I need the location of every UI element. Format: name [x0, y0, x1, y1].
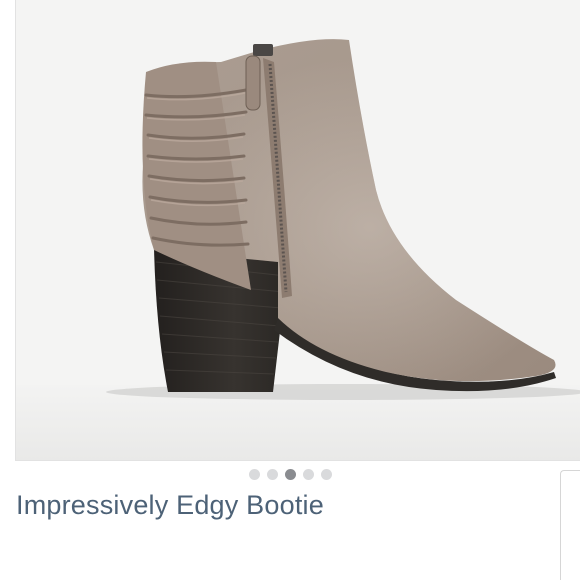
- product-photo[interactable]: [15, 0, 580, 461]
- carousel-dot-4[interactable]: [302, 468, 314, 480]
- carousel-dot-3-active[interactable]: [284, 468, 296, 480]
- carousel-dot-2[interactable]: [266, 468, 278, 480]
- carousel-dot-5[interactable]: [320, 468, 332, 480]
- carousel-dot-1[interactable]: [248, 468, 260, 480]
- side-panel-edge[interactable]: [560, 470, 580, 580]
- image-carousel-dots[interactable]: [0, 468, 580, 480]
- product-title: Impressively Edgy Bootie: [16, 490, 324, 520]
- bootie-image: [16, 0, 580, 460]
- product-listing-screen: Impressively Edgy Bootie: [0, 0, 580, 580]
